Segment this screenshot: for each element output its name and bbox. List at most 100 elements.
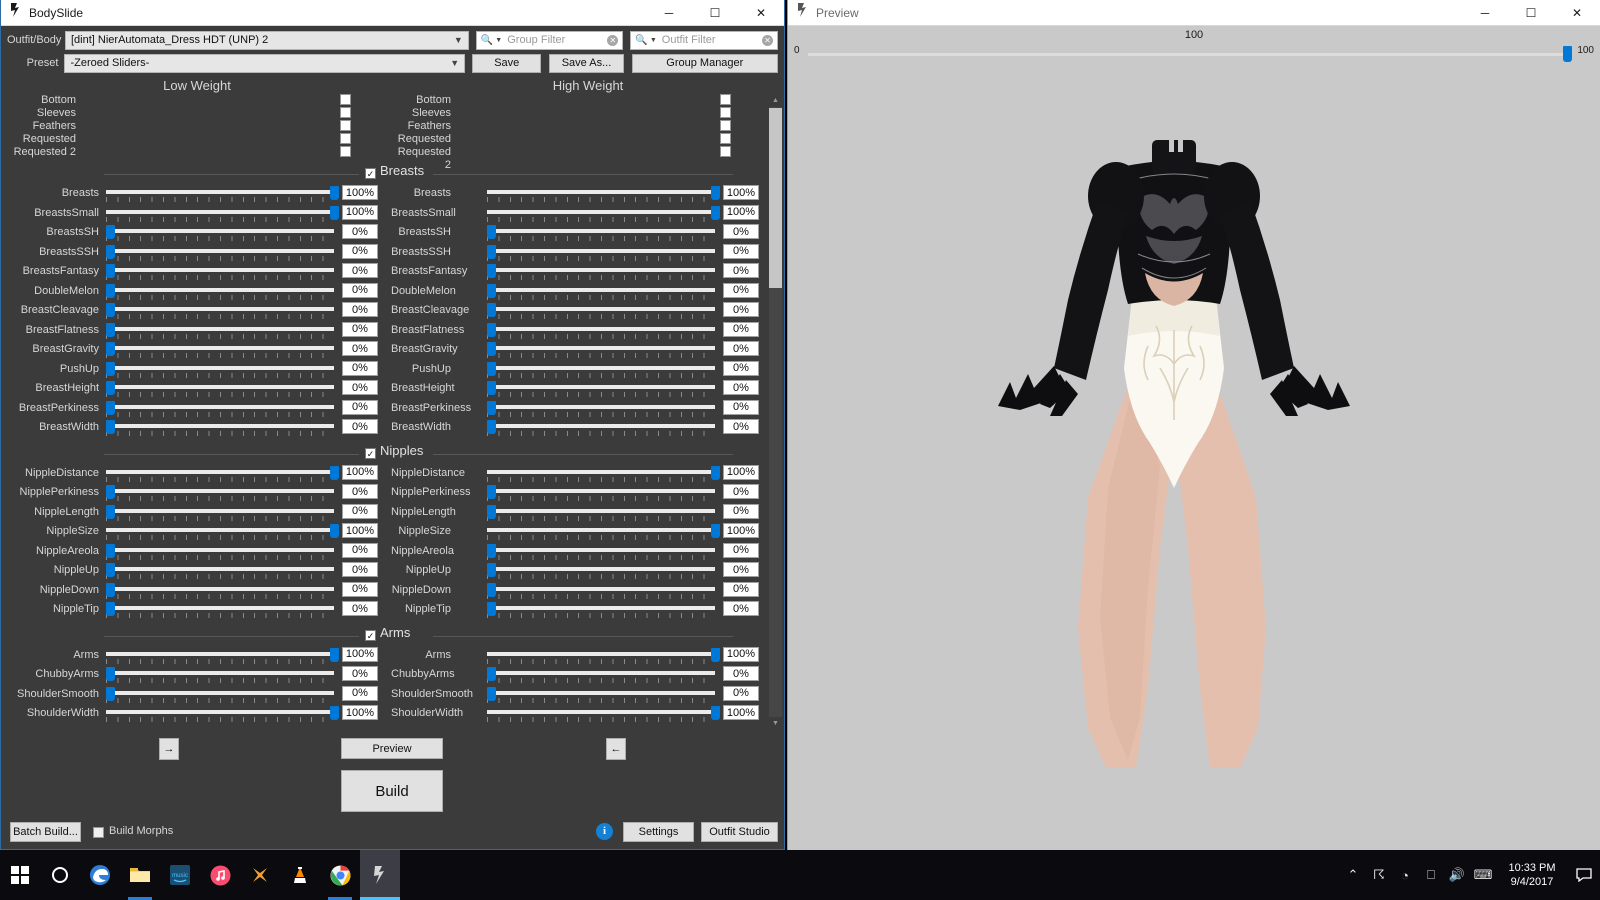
zap-checkbox-low[interactable] — [340, 94, 351, 105]
slider-track[interactable] — [487, 424, 715, 428]
slider-value-low[interactable]: 100% — [342, 185, 378, 200]
slider-value-low[interactable]: 0% — [342, 360, 378, 376]
slider-track[interactable] — [487, 248, 715, 253]
slider-value-high[interactable]: 0% — [723, 562, 759, 577]
zap-checkbox-high[interactable] — [720, 120, 731, 131]
slider-high[interactable] — [487, 465, 720, 482]
slider-thumb[interactable] — [711, 524, 720, 538]
slider-thumb[interactable] — [487, 602, 496, 616]
slider-value-low[interactable]: 0% — [342, 302, 378, 317]
slider-low[interactable] — [106, 302, 334, 319]
minimize-button[interactable]: ─ — [1462, 0, 1508, 26]
slider-thumb[interactable] — [487, 543, 496, 558]
slider-value-low[interactable]: 0% — [342, 282, 378, 298]
slider-value-high[interactable]: 0% — [723, 666, 759, 681]
scroll-down-icon[interactable]: ▼ — [769, 717, 782, 730]
slider-value-high[interactable]: 0% — [723, 224, 759, 239]
slider-track[interactable] — [106, 671, 334, 675]
slider-track[interactable] — [106, 651, 334, 656]
zap-checkbox-high[interactable] — [720, 107, 731, 118]
slider-track[interactable] — [487, 547, 715, 552]
slider-track[interactable] — [487, 469, 715, 474]
slider-thumb[interactable] — [106, 602, 115, 616]
action-center-icon[interactable] — [1568, 850, 1600, 900]
xnview-icon[interactable] — [240, 850, 280, 900]
slider-low[interactable] — [106, 543, 334, 560]
slider-track[interactable] — [487, 489, 715, 493]
slider-track[interactable] — [487, 385, 715, 389]
slider-track[interactable] — [106, 346, 334, 350]
slider-track[interactable] — [106, 268, 334, 272]
outfit-body-combo[interactable]: [dint] NierAutomata_Dress HDT (UNP) 2 ▼ — [65, 30, 469, 50]
slider-track[interactable] — [487, 404, 715, 409]
slider-track[interactable] — [487, 508, 715, 513]
slider-value-low[interactable]: 0% — [342, 601, 378, 616]
slider-value-high[interactable]: 0% — [723, 380, 759, 395]
slider-low[interactable] — [106, 484, 334, 501]
slider-scroll-area[interactable]: Bottom Bottom Sleeves Sleeves Feathers Feathe… — [1, 94, 766, 730]
slider-thumb[interactable] — [106, 322, 115, 337]
slider-thumb[interactable] — [487, 283, 496, 298]
slider-track[interactable] — [487, 307, 715, 311]
slider-thumb[interactable] — [487, 504, 496, 519]
close-button[interactable]: ✕ — [738, 0, 784, 26]
slider-track[interactable] — [106, 190, 334, 194]
slider-low[interactable] — [106, 205, 339, 222]
close-button[interactable]: ✕ — [1554, 0, 1600, 26]
slider-value-low[interactable]: 100% — [342, 705, 378, 720]
slider-track[interactable] — [106, 404, 334, 409]
slider-high[interactable] — [487, 205, 720, 222]
slider-track[interactable] — [106, 248, 334, 253]
slider-high[interactable] — [487, 302, 715, 319]
slider-high[interactable] — [487, 705, 720, 722]
slider-track[interactable] — [487, 209, 715, 214]
slider-track[interactable] — [487, 326, 715, 331]
zap-checkbox-high[interactable] — [720, 146, 731, 157]
slider-thumb[interactable] — [487, 420, 496, 434]
slider-thumb[interactable] — [106, 582, 115, 597]
slider-thumb[interactable] — [487, 686, 496, 701]
slider-track[interactable] — [487, 606, 715, 610]
slider-value-low[interactable]: 0% — [342, 380, 378, 395]
maximize-button[interactable]: ☐ — [692, 0, 738, 26]
slider-value-high[interactable]: 0% — [723, 542, 759, 558]
slider-high[interactable] — [487, 562, 715, 579]
slider-track[interactable] — [487, 229, 715, 233]
slider-track[interactable] — [487, 268, 715, 272]
slider-track[interactable] — [106, 586, 334, 591]
slider-value-low[interactable]: 0% — [342, 321, 378, 337]
preview-slider-thumb[interactable] — [1563, 46, 1572, 62]
network-dish-icon[interactable]: ☈ — [1366, 850, 1392, 900]
slider-thumb[interactable] — [106, 283, 115, 298]
group-checkbox[interactable]: ✓ — [365, 629, 376, 641]
slider-track[interactable] — [487, 287, 715, 292]
slider-thumb[interactable] — [330, 647, 339, 662]
slider-thumb[interactable] — [487, 361, 496, 376]
file-explorer-icon[interactable] — [120, 850, 160, 900]
slider-track[interactable] — [487, 567, 715, 571]
preview-weight-slider[interactable]: 100 0 100 — [788, 26, 1600, 68]
build-morphs-checkbox[interactable] — [93, 827, 104, 838]
group-manager-button[interactable]: Group Manager — [631, 53, 779, 73]
slider-low[interactable] — [106, 283, 334, 300]
slider-low[interactable] — [106, 562, 334, 579]
slider-track[interactable] — [106, 209, 334, 214]
copy-low-to-high-button[interactable]: → — [159, 738, 179, 760]
slider-high[interactable] — [487, 400, 715, 417]
slider-low[interactable] — [106, 465, 339, 482]
slider-thumb[interactable] — [330, 205, 339, 220]
slider-track[interactable] — [106, 489, 334, 493]
slider-thumb[interactable] — [487, 582, 496, 597]
slider-thumb[interactable] — [487, 342, 496, 356]
slider-thumb[interactable] — [487, 264, 496, 278]
slider-value-low[interactable]: 100% — [342, 523, 378, 538]
slider-low[interactable] — [106, 686, 334, 703]
slider-low[interactable] — [106, 263, 334, 280]
slider-value-low[interactable]: 0% — [342, 562, 378, 577]
scrollbar-thumb[interactable] — [769, 108, 782, 288]
slider-value-low[interactable]: 0% — [342, 263, 378, 278]
preset-combo[interactable]: -Zeroed Sliders- ▼ — [64, 53, 466, 73]
slider-value-high[interactable]: 0% — [723, 581, 759, 597]
slider-thumb[interactable] — [330, 186, 339, 200]
slider-thumb[interactable] — [106, 244, 115, 259]
